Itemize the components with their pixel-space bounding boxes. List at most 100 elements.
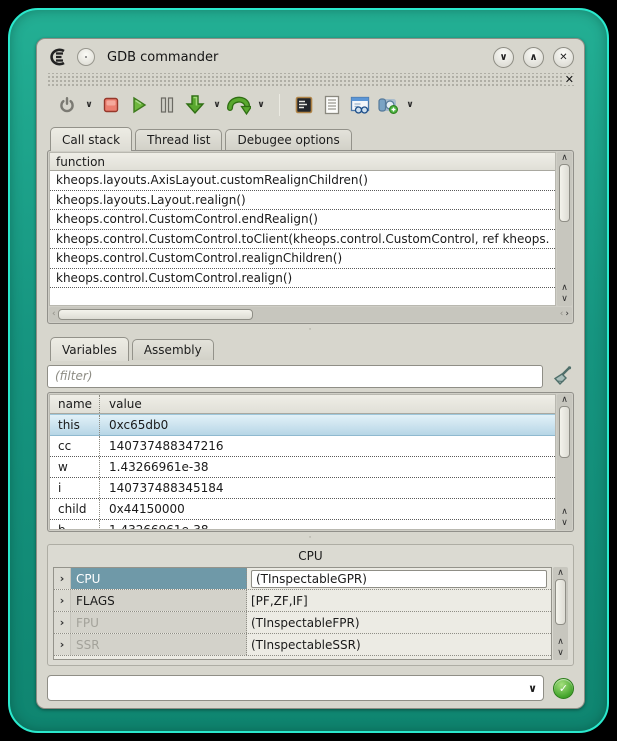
disassembly-view-button[interactable] [320, 92, 344, 118]
scroll-down-icon[interactable]: ∨ [561, 518, 568, 529]
dock-close-button[interactable]: ✕ [562, 74, 574, 85]
callstack-row[interactable]: kheops.layouts.AxisLayout.customRealignC… [50, 171, 555, 191]
command-combobox[interactable]: ∨ [47, 675, 544, 701]
pause-button[interactable] [155, 92, 179, 118]
variables-vertical-scrollbar[interactable]: ∧ ∧ ∨ [557, 394, 572, 530]
variable-row[interactable]: child 0x44150000 [50, 499, 555, 520]
gdb-commander-window: GDB commander ∨ ∧ ✕ ✕ ∨ [36, 38, 585, 709]
clear-filter-icon[interactable] [550, 365, 574, 387]
expander-icon[interactable]: › [54, 634, 71, 655]
variables-table-header[interactable]: name value [50, 395, 555, 414]
filter-input[interactable] [47, 365, 543, 388]
cpu-row[interactable]: › FLAGS [PF,ZF,IF] [54, 590, 551, 612]
cpu-register-grid: › CPU (TInspectableGPR) › FLAGS [PF,ZF,I… [53, 567, 552, 660]
cpu-group-title: CPU [53, 547, 568, 567]
scrollbar-thumb[interactable] [559, 164, 570, 222]
step-over-icon [227, 94, 251, 116]
variable-row[interactable]: b 1.43266961e-38 [50, 520, 555, 530]
pause-icon [159, 96, 175, 114]
variables-filter-row [47, 363, 574, 389]
step-over-button[interactable] [227, 92, 251, 118]
scroll-up-icon[interactable]: ∧ [557, 568, 564, 579]
expander-icon[interactable]: › [54, 590, 71, 611]
window-menu-button[interactable] [77, 48, 95, 66]
variable-row[interactable]: this 0xc65db0 [50, 414, 555, 436]
dock-handle[interactable]: ✕ [47, 73, 574, 86]
column-header-name[interactable]: name [50, 395, 100, 413]
tab-variables[interactable]: Variables [50, 337, 129, 361]
stop-button[interactable] [99, 92, 123, 118]
watch-window-icon [349, 95, 371, 115]
expander-icon[interactable]: › [54, 568, 71, 589]
power-dropdown[interactable]: ∨ [83, 100, 95, 110]
window-title: GDB commander [107, 50, 218, 65]
snapshot-add-button[interactable] [376, 92, 400, 118]
debug-toolbar: ∨ [47, 88, 574, 122]
tab-thread-list[interactable]: Thread list [135, 129, 222, 150]
run-button[interactable] [127, 92, 151, 118]
column-header-value[interactable]: value [100, 395, 555, 413]
callstack-row[interactable]: kheops.control.CustomControl.realign() [50, 269, 555, 289]
callstack-row[interactable]: kheops.control.CustomControl.toClient(kh… [50, 230, 555, 250]
step-into-dropdown[interactable]: ∨ [211, 100, 223, 110]
app-frame: GDB commander ∨ ∧ ✕ ✕ ∨ [8, 8, 609, 733]
shade-button[interactable]: ∨ [493, 47, 514, 68]
callstack-panel: function kheops.layouts.AxisLayout.custo… [47, 150, 574, 324]
tab-call-stack[interactable]: Call stack [50, 127, 132, 151]
cpu-vertical-scrollbar[interactable]: ∧ ∧ ∨ [553, 567, 568, 660]
tab-debugee-options[interactable]: Debugee options [225, 129, 351, 150]
scroll-down-icon[interactable]: ∨ [557, 648, 564, 659]
scroll-left-icon[interactable]: ‹ [52, 309, 56, 320]
scroll-left-icon[interactable]: ‹ [560, 309, 564, 320]
cpu-row[interactable]: › FPU (TInspectableFPR) [54, 612, 551, 634]
power-button[interactable] [55, 92, 79, 118]
callstack-tabbar: Call stack Thread list Debugee options [47, 126, 574, 150]
scrollbar-thumb[interactable] [58, 309, 253, 320]
titlebar: GDB commander ∨ ∧ ✕ [47, 44, 574, 70]
callstack-row[interactable]: kheops.layouts.Layout.realign() [50, 191, 555, 211]
cpu-value-edit[interactable]: (TInspectableGPR) [251, 570, 547, 588]
unshade-button[interactable]: ∧ [523, 47, 544, 68]
terminal-icon [294, 95, 314, 115]
variable-row[interactable]: w 1.43266961e-38 [50, 457, 555, 478]
callstack-vertical-scrollbar[interactable]: ∧ ∧ ∨ [557, 152, 572, 306]
stop-icon [103, 97, 119, 113]
cpu-row[interactable]: › CPU (TInspectableGPR) [54, 568, 551, 590]
scrollbar-thumb[interactable] [559, 406, 570, 458]
close-icon: ✕ [559, 52, 567, 63]
app-logo-icon [47, 47, 69, 67]
run-icon [130, 96, 148, 114]
cpu-row[interactable]: › SSR (TInspectableSSR) [54, 634, 551, 656]
variable-row[interactable]: i 140737488345184 [50, 478, 555, 499]
expander-icon[interactable]: › [54, 612, 71, 633]
snapshot-dropdown[interactable]: ∨ [404, 100, 416, 110]
toolbar-separator [279, 94, 280, 116]
scroll-down-icon[interactable]: ∨ [561, 294, 568, 305]
tab-assembly[interactable]: Assembly [132, 339, 214, 360]
scroll-up-icon[interactable]: ∧ [561, 395, 568, 406]
scroll-up-icon[interactable]: ∧ [561, 507, 568, 518]
callstack-horizontal-scrollbar[interactable]: ‹ ‹ › [49, 307, 572, 322]
callstack-list: function kheops.layouts.AxisLayout.custo… [49, 152, 556, 306]
scroll-right-icon[interactable]: › [565, 309, 569, 320]
camera-add-icon [377, 95, 399, 115]
watches-window-button[interactable] [348, 92, 372, 118]
variable-row[interactable]: cc 140737488347216 [50, 436, 555, 457]
combo-dropdown-icon[interactable]: ∨ [528, 682, 537, 695]
scroll-up-icon[interactable]: ∧ [557, 637, 564, 648]
splitter-handle[interactable]: · [47, 324, 574, 336]
terminal-view-button[interactable] [292, 92, 316, 118]
callstack-column-header[interactable]: function [50, 153, 555, 171]
scroll-up-icon[interactable]: ∧ [561, 153, 568, 164]
callstack-row[interactable]: kheops.control.CustomControl.endRealign(… [50, 210, 555, 230]
step-into-button[interactable] [183, 92, 207, 118]
close-window-button[interactable]: ✕ [553, 47, 574, 68]
document-list-icon [323, 95, 341, 115]
callstack-row[interactable]: kheops.control.CustomControl.realignChil… [50, 249, 555, 269]
confirm-button[interactable]: ✓ [553, 678, 574, 699]
scrollbar-thumb[interactable] [555, 579, 566, 625]
check-icon: ✓ [559, 682, 568, 695]
scroll-up-icon[interactable]: ∧ [561, 283, 568, 294]
splitter-handle[interactable]: · [47, 532, 574, 544]
step-over-dropdown[interactable]: ∨ [255, 100, 267, 110]
